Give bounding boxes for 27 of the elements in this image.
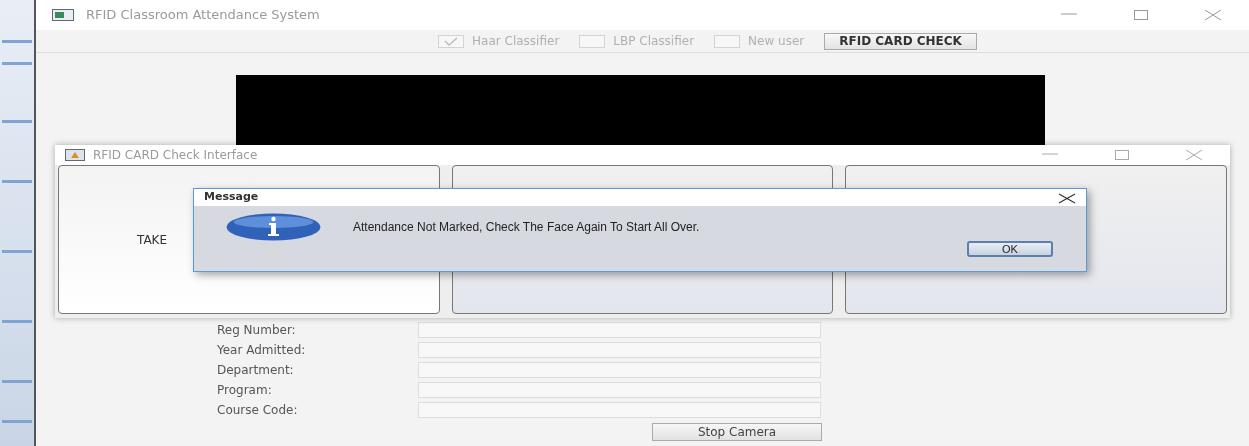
field-label: Year Admitted:: [217, 342, 307, 358]
input-field[interactable]: [418, 382, 821, 398]
close-button[interactable]: [1058, 192, 1076, 204]
checkbox-label: New user: [748, 33, 805, 50]
input-field[interactable]: [418, 342, 821, 358]
take-button-label: TAKE: [137, 231, 168, 249]
input-field[interactable]: [418, 362, 821, 378]
checkbox-label: Haar Classifier: [472, 33, 560, 50]
maximize-button[interactable]: [1114, 149, 1130, 161]
stop-camera-button[interactable]: Stop Camera: [652, 423, 822, 441]
rfid-check-button[interactable]: RFID CARD CHECK: [824, 32, 977, 50]
input-field[interactable]: [418, 322, 821, 338]
field-label: Course Code:: [217, 402, 299, 418]
checkbox-label: LBP Classifier: [613, 33, 695, 50]
window-title: RFID Classroom Attendance System: [86, 6, 320, 25]
app-icon: [52, 9, 74, 21]
dialog-title: Message: [204, 189, 259, 206]
input-field[interactable]: [418, 402, 821, 418]
ok-button[interactable]: OK: [967, 241, 1053, 257]
maximize-button[interactable]: [1133, 9, 1149, 21]
field-label: Reg Number:: [217, 322, 297, 338]
info-icon: [226, 213, 321, 241]
window-title: RFID CARD Check Interface: [93, 147, 258, 164]
message-text: Attendance Not Marked, Check The Face Again To Start All Over.: [353, 219, 700, 236]
app-icon: [65, 149, 85, 161]
field-label: Department:: [217, 362, 295, 378]
field-label: Program:: [217, 382, 273, 398]
